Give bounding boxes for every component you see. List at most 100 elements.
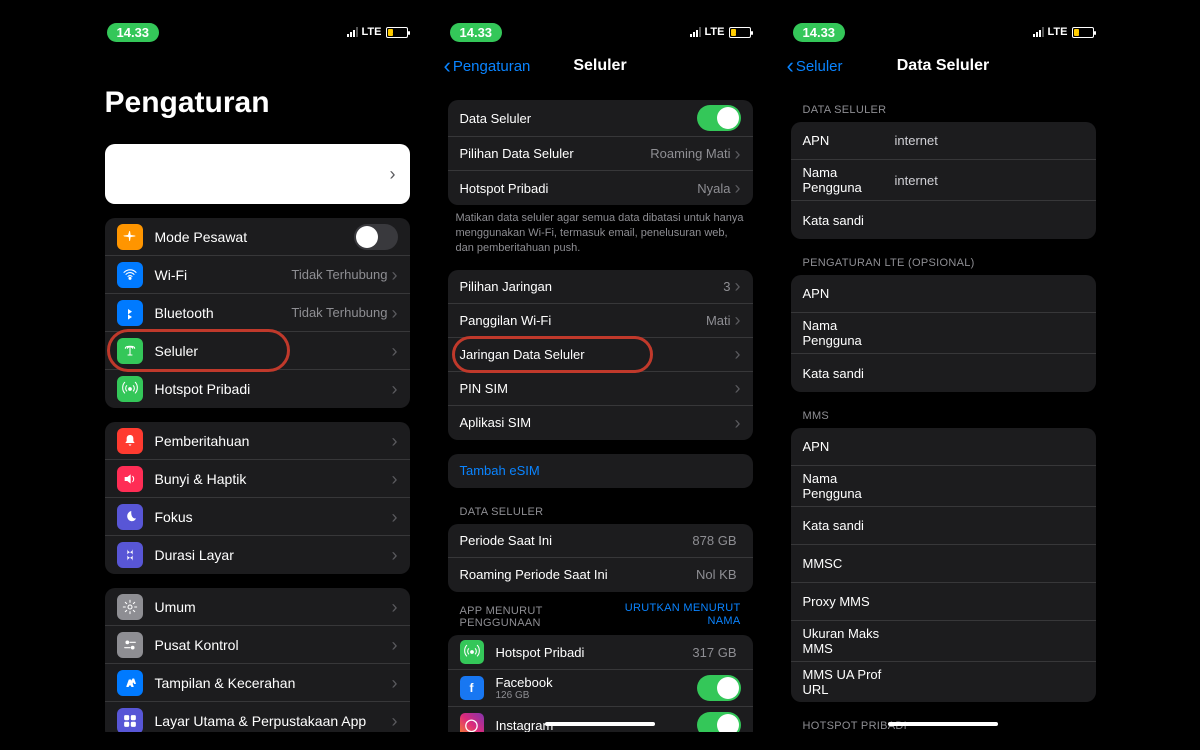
bell-icon	[117, 428, 143, 454]
apn-field-nama-pengguna[interactable]: Nama Pengguna	[791, 466, 1096, 507]
wifi-icon	[117, 262, 143, 288]
apn-field-kata-sandi[interactable]: Kata sandi	[791, 354, 1096, 392]
profile-card[interactable]: ›	[105, 144, 410, 204]
network-label: LTE	[1048, 26, 1068, 38]
apn-field-mms-ua-prof-url[interactable]: MMS UA Prof URL	[791, 662, 1096, 702]
settings-row-mode-pesawat[interactable]: Mode Pesawat	[105, 218, 410, 256]
chevron-right-icon: ›	[392, 432, 398, 450]
nav-bar: ‹ Pengaturan Seluler	[434, 46, 767, 86]
cell-row-pilihan-data-seluler[interactable]: Pilihan Data SelulerRoaming Mati›	[448, 137, 753, 171]
battery-icon: 25	[386, 27, 408, 38]
hotspot-icon	[117, 376, 143, 402]
app-row-instagram[interactable]: ◯Instagram	[448, 707, 753, 732]
chevron-left-icon: ‹	[787, 53, 794, 79]
switches-icon	[117, 632, 143, 658]
apn-field-ukuran-maks-mms[interactable]: Ukuran Maks MMS	[791, 621, 1096, 662]
status-right: LTE 25	[347, 26, 408, 38]
back-button[interactable]: ‹ Seluler	[787, 53, 843, 79]
chevron-right-icon: ›	[392, 304, 398, 322]
status-bar: 14.33 LTE 25	[777, 18, 1110, 46]
phone-apn: 14.33 LTE 25 ‹ Seluler Data Seluler DATA…	[777, 18, 1110, 732]
back-label: Seluler	[796, 58, 843, 75]
cell-row-jaringan-data-seluler[interactable]: Jaringan Data Seluler›	[448, 338, 753, 372]
cell-row-data-seluler[interactable]: Data Seluler	[448, 100, 753, 137]
status-time: 14.33	[450, 23, 503, 42]
settings-row-bunyi-haptik[interactable]: Bunyi & Haptik›	[105, 460, 410, 498]
settings-row-hotspot-pribadi[interactable]: Hotspot Pribadi›	[105, 370, 410, 408]
field-value[interactable]: internet	[895, 173, 938, 188]
app-row-facebook[interactable]: fFacebook126 GB	[448, 670, 753, 707]
toggle[interactable]	[697, 675, 741, 701]
settings-row-bluetooth[interactable]: BluetoothTidak Terhubung›	[105, 294, 410, 332]
field-value[interactable]: internet	[895, 133, 938, 148]
chevron-right-icon: ›	[735, 277, 741, 295]
toggle[interactable]	[697, 712, 741, 732]
svg-text:A: A	[131, 679, 136, 685]
apn-field-apn[interactable]: APN	[791, 428, 1096, 466]
gear-icon	[117, 594, 143, 620]
settings-row-layar-utama-perpustakaan-app[interactable]: Layar Utama & Perpustakaan App›	[105, 702, 410, 732]
cell-row-panggilan-wi-fi[interactable]: Panggilan Wi-FiMati›	[448, 304, 753, 338]
row-label: Mode Pesawat	[155, 229, 354, 245]
home-indicator[interactable]	[888, 722, 998, 726]
usage-row: Roaming Periode Saat IniNol KB	[448, 558, 753, 592]
settings-row-umum[interactable]: Umum›	[105, 588, 410, 626]
chevron-right-icon: ›	[735, 311, 741, 329]
apn-field-apn[interactable]: APN	[791, 275, 1096, 313]
apn-field-nama-pengguna[interactable]: Nama Penggunainternet	[791, 160, 1096, 201]
chevron-left-icon: ‹	[444, 53, 451, 79]
status-right: LTE 25	[690, 26, 751, 38]
section-header: MMS	[777, 392, 1110, 426]
settings-row-seluler[interactable]: Seluler›	[105, 332, 410, 370]
cell-row-pin-sim[interactable]: PIN SIM›	[448, 372, 753, 406]
settings-row-fokus[interactable]: Fokus›	[105, 498, 410, 536]
signal-icon	[1033, 27, 1044, 37]
add-esim-row[interactable]: Tambah eSIM	[448, 454, 753, 488]
apn-field-nama-pengguna[interactable]: Nama Pengguna	[791, 313, 1096, 354]
settings-row-pusat-kontrol[interactable]: Pusat Kontrol›	[105, 626, 410, 664]
apn-field-kata-sandi[interactable]: Kata sandi	[791, 201, 1096, 239]
row-value: Tidak Terhubung	[291, 305, 387, 320]
grid-icon	[117, 708, 143, 732]
chevron-right-icon: ›	[735, 345, 741, 363]
network-label: LTE	[362, 26, 382, 38]
footer-note: Matikan data seluler agar semua data dib…	[434, 205, 767, 256]
settings-row-pemberitahuan[interactable]: Pemberitahuan›	[105, 422, 410, 460]
section-header: HOTSPOT PRIBADI	[777, 702, 1110, 732]
chevron-right-icon: ›	[735, 179, 741, 197]
usage-row: Periode Saat Ini878 GB	[448, 524, 753, 558]
row-label: Fokus	[155, 509, 392, 525]
add-esim-label: Tambah eSIM	[460, 463, 741, 478]
row-label: Umum	[155, 599, 392, 615]
battery-icon: 25	[729, 27, 751, 38]
apn-field-proxy-mms[interactable]: Proxy MMS	[791, 583, 1096, 621]
row-label: Hotspot Pribadi	[155, 381, 392, 397]
moon-icon	[117, 504, 143, 530]
apn-field-apn[interactable]: APNinternet	[791, 122, 1096, 160]
row-label: Bunyi & Haptik	[155, 471, 392, 487]
apn-field-kata-sandi[interactable]: Kata sandi	[791, 507, 1096, 545]
apn-field-mmsc[interactable]: MMSC	[791, 545, 1096, 583]
cell-row-hotspot-pribadi[interactable]: Hotspot PribadiNyala›	[448, 171, 753, 205]
airplane-icon	[117, 224, 143, 250]
row-label: Wi-Fi	[155, 267, 292, 283]
toggle[interactable]	[697, 105, 741, 131]
cell-row-pilihan-jaringan[interactable]: Pilihan Jaringan3›	[448, 270, 753, 304]
home-indicator[interactable]	[545, 722, 655, 726]
settings-row-tampilan-kecerahan[interactable]: AATampilan & Kecerahan›	[105, 664, 410, 702]
settings-row-wi-fi[interactable]: Wi-FiTidak Terhubung›	[105, 256, 410, 294]
row-label: Pusat Kontrol	[155, 637, 392, 653]
toggle[interactable]	[354, 224, 398, 250]
section-header-data: DATA SELULER	[434, 488, 767, 522]
chevron-right-icon: ›	[392, 508, 398, 526]
phone-settings: 14.33 LTE 25 Pengaturan › Mode PesawatWi…	[91, 18, 424, 732]
back-button[interactable]: ‹ Pengaturan	[444, 53, 531, 79]
cell-row-aplikasi-sim[interactable]: Aplikasi SIM›	[448, 406, 753, 440]
row-label: Durasi Layar	[155, 547, 392, 563]
signal-icon	[690, 27, 701, 37]
settings-row-durasi-layar[interactable]: Durasi Layar›	[105, 536, 410, 574]
sort-button[interactable]: URUTKAN MENURUT NAMA	[607, 602, 741, 630]
status-time: 14.33	[107, 23, 160, 42]
app-row-hotspot-pribadi[interactable]: Hotspot Pribadi317 GB	[448, 635, 753, 670]
chevron-right-icon: ›	[390, 165, 396, 183]
